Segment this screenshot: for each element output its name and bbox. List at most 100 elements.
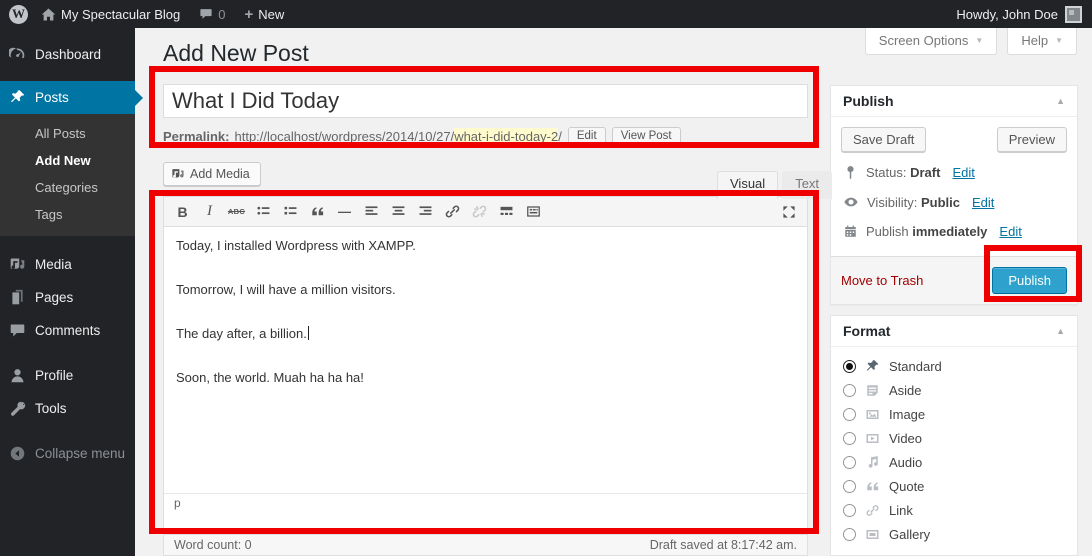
italic-button[interactable]: I — [196, 200, 223, 224]
radio-image[interactable] — [843, 408, 856, 421]
comments-shortcut[interactable]: 0 — [193, 0, 231, 28]
sidebar-item-posts[interactable]: Posts — [0, 81, 135, 114]
numbered-list-button[interactable] — [277, 200, 304, 224]
visibility-eye-icon — [843, 194, 859, 210]
bulleted-list-button[interactable] — [250, 200, 277, 224]
format-option-standard[interactable]: Standard — [831, 355, 1077, 379]
align-center-icon — [390, 203, 407, 220]
radio-link[interactable] — [843, 504, 856, 517]
permalink-slug[interactable]: what-i-did-today-2 — [454, 128, 558, 145]
horizontal-rule-icon: — — [338, 204, 351, 219]
add-media-label: Add Media — [190, 167, 250, 181]
format-option-link[interactable]: Link — [831, 499, 1077, 523]
screen-options-tab[interactable]: Screen Options ▼ — [865, 28, 998, 55]
unlink-icon — [471, 203, 488, 220]
permalink-trailing-slash: / — [558, 129, 562, 144]
format-option-label: Video — [889, 431, 922, 446]
schedule-value: immediately — [912, 224, 987, 239]
sidebar-item-dashboard[interactable]: Dashboard — [0, 38, 135, 71]
format-box-header[interactable]: Format ▲ — [831, 316, 1077, 347]
new-label: New — [258, 7, 284, 22]
format-option-video[interactable]: Video — [831, 427, 1077, 451]
bulleted-list-icon — [255, 203, 272, 220]
insert-link-button[interactable] — [439, 200, 466, 224]
chevron-down-icon: ▼ — [975, 36, 983, 45]
sidebar-item-tags[interactable]: Tags — [0, 201, 135, 228]
word-count-label: Word count: — [174, 538, 241, 552]
user-avatar[interactable] — [1065, 6, 1082, 23]
format-option-image[interactable]: Image — [831, 403, 1077, 427]
format-option-quote[interactable]: Quote — [831, 475, 1077, 499]
format-option-gallery[interactable]: Gallery — [831, 523, 1077, 547]
format-option-audio[interactable]: Audio — [831, 451, 1077, 475]
blog-name: My Spectacular Blog — [61, 7, 180, 22]
howdy-account-link[interactable]: Howdy, John Doe — [956, 7, 1058, 22]
edit-schedule-link[interactable]: Edit — [999, 224, 1021, 239]
radio-audio[interactable] — [843, 456, 856, 469]
radio-quote[interactable] — [843, 480, 856, 493]
format-option-label: Standard — [889, 359, 942, 374]
help-tab[interactable]: Help ▼ — [1007, 28, 1077, 55]
edit-visibility-link[interactable]: Edit — [972, 195, 994, 210]
admin-sidebar: Dashboard Posts All Posts Add New Catego… — [0, 28, 135, 556]
preview-button[interactable]: Preview — [997, 127, 1067, 152]
collapse-toggle-icon[interactable]: ▲ — [1056, 326, 1065, 336]
publish-button[interactable]: Publish — [992, 267, 1067, 294]
chevron-down-icon: ▼ — [1055, 36, 1063, 45]
sidebar-item-pages[interactable]: Pages — [0, 281, 135, 314]
tab-visual[interactable]: Visual — [717, 171, 778, 199]
remove-link-button[interactable] — [466, 200, 493, 224]
format-option-label: Image — [889, 407, 925, 422]
admin-bar: W My Spectacular Blog 0 + New Howdy, Joh… — [0, 0, 1092, 28]
sidebar-item-categories[interactable]: Categories — [0, 174, 135, 201]
sidebar-item-add-new[interactable]: Add New — [0, 147, 135, 174]
sidebar-item-tools[interactable]: Tools — [0, 392, 135, 425]
new-content-menu[interactable]: + New — [238, 0, 290, 28]
plus-icon: + — [244, 6, 253, 23]
publish-box-header[interactable]: Publish ▲ — [831, 86, 1077, 117]
radio-standard[interactable] — [843, 360, 856, 373]
editor-paragraph-text: The day after, a billion. — [176, 326, 307, 341]
sidebar-item-comments[interactable]: Comments — [0, 314, 135, 347]
format-option-label: Quote — [889, 479, 924, 494]
move-to-trash-link[interactable]: Move to Trash — [841, 273, 923, 288]
wordpress-logo-icon[interactable]: W — [9, 5, 28, 24]
insert-more-tag-button[interactable] — [493, 200, 520, 224]
align-right-button[interactable] — [412, 200, 439, 224]
radio-video[interactable] — [843, 432, 856, 445]
sidebar-label: Tools — [35, 401, 67, 416]
dashboard-icon — [9, 46, 26, 63]
collapse-toggle-icon[interactable]: ▲ — [1056, 96, 1065, 106]
status-label: Status: — [866, 165, 906, 180]
add-media-button[interactable]: Add Media — [163, 162, 261, 186]
format-option-aside[interactable]: Aside — [831, 379, 1077, 403]
save-draft-button[interactable]: Save Draft — [841, 127, 926, 152]
align-center-button[interactable] — [385, 200, 412, 224]
collapse-arrow-icon — [9, 445, 26, 462]
horizontal-rule-button[interactable]: — — [331, 200, 358, 224]
blockquote-button[interactable] — [304, 200, 331, 224]
view-post-button[interactable]: View Post — [612, 127, 681, 146]
site-link[interactable]: My Spectacular Blog — [35, 0, 186, 28]
distraction-free-button[interactable] — [775, 200, 802, 224]
editor-content-area[interactable]: Today, I installed Wordpress with XAMPP.… — [164, 227, 807, 493]
post-title-input[interactable] — [163, 84, 808, 118]
tab-text[interactable]: Text — [782, 171, 832, 199]
radio-aside[interactable] — [843, 384, 856, 397]
audio-icon — [864, 455, 881, 470]
schedule-text: Publish immediately — [866, 224, 987, 239]
editor-element-path[interactable]: p — [164, 493, 807, 513]
align-left-button[interactable] — [358, 200, 385, 224]
strikethrough-button[interactable]: ABC — [223, 200, 250, 224]
sidebar-item-profile[interactable]: Profile — [0, 359, 135, 392]
schedule-row: Publish immediately Edit — [841, 217, 1067, 246]
radio-gallery[interactable] — [843, 528, 856, 541]
edit-status-link[interactable]: Edit — [952, 165, 974, 180]
bold-button[interactable]: B — [169, 200, 196, 224]
toolbar-toggle-button[interactable] — [520, 200, 547, 224]
edit-permalink-button[interactable]: Edit — [568, 127, 606, 146]
sidebar-item-all-posts[interactable]: All Posts — [0, 120, 135, 147]
publish-box: Publish ▲ Save Draft Preview Status: Dra… — [830, 85, 1078, 305]
sidebar-item-media[interactable]: Media — [0, 248, 135, 281]
collapse-menu-button[interactable]: Collapse menu — [0, 437, 135, 470]
